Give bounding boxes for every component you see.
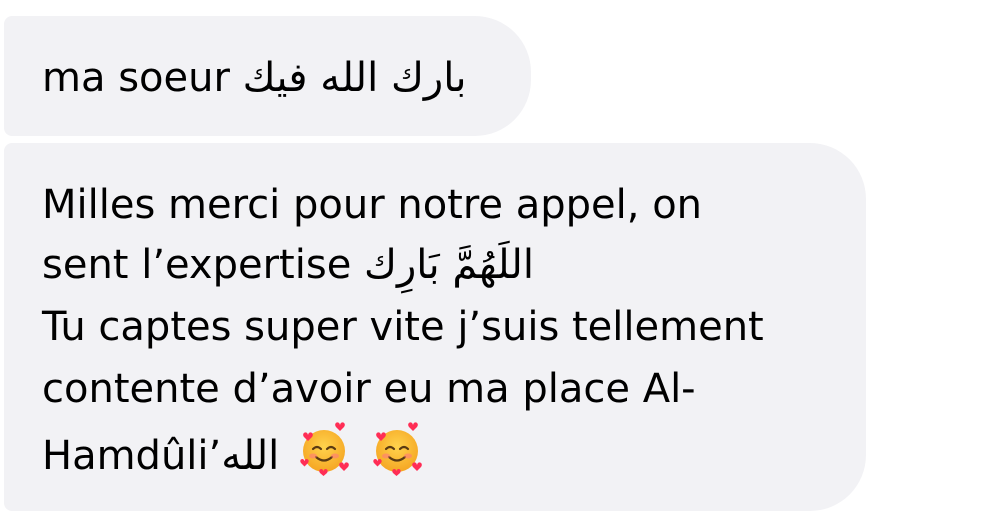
message-2-line-5-container: Hamdûli’الله [42, 421, 425, 486]
message-2-line-4: contente d’avoir eu ma place Al- [42, 366, 696, 412]
smiling-face-with-hearts-icon [369, 421, 425, 477]
message-2-line-5: Hamdûli’الله [42, 433, 280, 479]
message-2-line-2: sent l’expertise اللَهُمَّ بَارِك [42, 242, 534, 288]
message-2-line-1: Milles merci pour notre appel, on [42, 182, 703, 228]
message-2-line-3: Tu captes super vite j’suis tellement [42, 304, 764, 350]
message-1-text: ma soeur بارك الله فيك [42, 55, 467, 101]
smiling-face-with-hearts-icon [296, 421, 352, 477]
